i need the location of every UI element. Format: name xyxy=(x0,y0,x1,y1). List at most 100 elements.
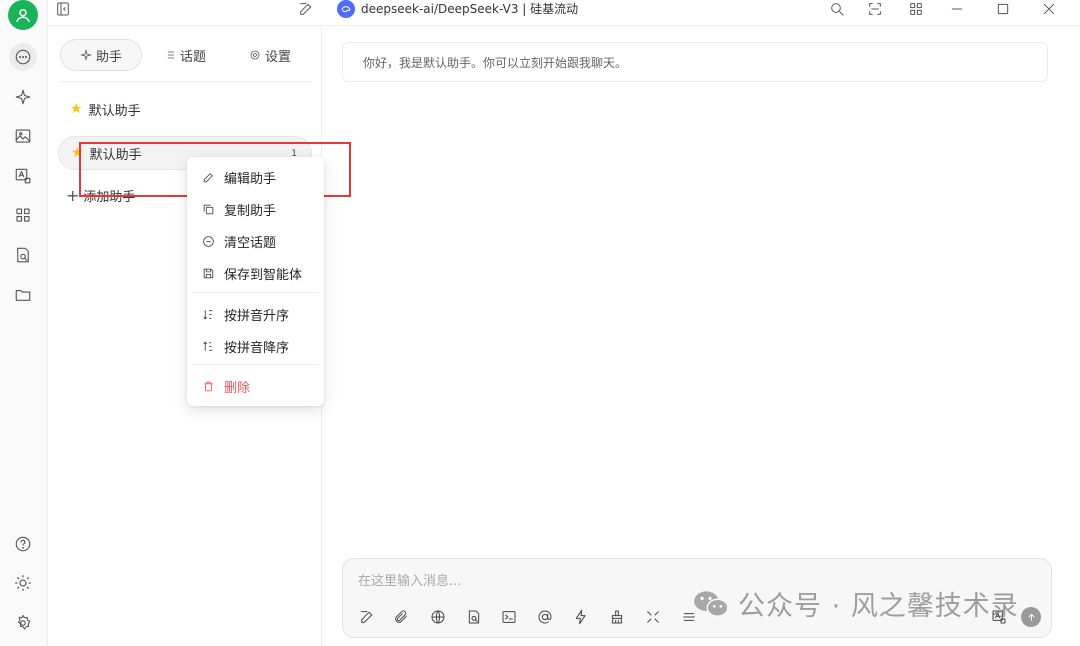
close-button[interactable] xyxy=(1040,0,1057,17)
trash-icon xyxy=(204,381,213,391)
tab-assistants[interactable]: 助手 xyxy=(60,39,142,71)
web-search-tool[interactable] xyxy=(428,607,448,627)
rail-settings-button[interactable] xyxy=(9,609,37,637)
user-avatar[interactable] xyxy=(8,0,38,30)
arrow-up-icon xyxy=(1027,613,1035,621)
menu-item-clear-topics[interactable]: 清空话题 xyxy=(187,226,324,256)
help-icon xyxy=(15,536,31,552)
watermark: 公众号 · 风之馨技术录 xyxy=(692,584,1019,623)
menu-item-delete[interactable]: 删除 xyxy=(187,371,324,401)
assistant-item[interactable]: ★ 默认助手 xyxy=(58,92,312,126)
maximize-button[interactable] xyxy=(994,0,1011,17)
add-assistant-button[interactable]: + 添加助手 xyxy=(66,186,135,205)
menu-item-label: 编辑助手 xyxy=(224,171,277,187)
nav-rail xyxy=(0,0,48,646)
sidebar-toggle-icon xyxy=(56,2,69,15)
minimize-button[interactable] xyxy=(948,0,965,17)
gear-icon xyxy=(17,614,31,630)
rail-translate-button[interactable] xyxy=(9,162,37,190)
menu-item-sort-descending[interactable]: 按拼音降序 xyxy=(187,331,324,361)
rail-image-button[interactable] xyxy=(9,122,37,150)
rail-apps-button[interactable] xyxy=(9,201,37,229)
clear-tool[interactable] xyxy=(607,607,627,627)
translate-icon xyxy=(15,168,31,184)
minimize-icon xyxy=(951,8,962,9)
title-bar: deepseek-ai/DeepSeek-V3 | 硅基流动 xyxy=(48,0,1080,26)
grid-icon xyxy=(909,2,922,15)
tab-label: 助手 xyxy=(95,49,122,65)
expand-icon xyxy=(868,2,881,15)
search-icon xyxy=(830,2,843,15)
edit-icon xyxy=(361,611,373,623)
deepseek-logo-icon xyxy=(337,0,355,18)
panel-tabs: 助手 话题 设置 xyxy=(60,38,312,72)
mcp-tool[interactable] xyxy=(499,607,519,627)
collapse-icon xyxy=(647,611,659,623)
sort-ascending-icon xyxy=(203,309,213,319)
gear-icon xyxy=(250,50,260,60)
at-icon xyxy=(538,610,552,624)
attach-tool[interactable] xyxy=(391,607,411,627)
paperclip-icon xyxy=(395,610,407,623)
edit-icon xyxy=(299,2,311,15)
menu-item-label: 复制助手 xyxy=(224,203,277,219)
expand-tool[interactable] xyxy=(643,607,663,627)
mention-tool[interactable] xyxy=(535,607,555,627)
model-title-text: deepseek-ai/DeepSeek-V3 | 硅基流动 xyxy=(361,2,579,16)
menu-item-sort-ascending[interactable]: 按拼音升序 xyxy=(187,299,324,329)
assistant-name: 默认助手 xyxy=(89,147,142,163)
menu-divider xyxy=(193,364,318,365)
sparkle-icon xyxy=(15,89,31,105)
menu-item-save-to-agent[interactable]: 保存到智能体 xyxy=(187,258,324,288)
new-topic-button[interactable] xyxy=(297,0,314,17)
tabs-divider xyxy=(60,81,312,82)
tab-topics[interactable]: 话题 xyxy=(142,39,228,71)
document-search-icon xyxy=(17,247,29,263)
rail-theme-button[interactable] xyxy=(9,569,37,597)
plus-icon: + xyxy=(66,185,80,205)
tab-settings[interactable]: 设置 xyxy=(228,39,312,71)
maximize-icon xyxy=(997,3,1008,14)
add-assistant-label: 添加助手 xyxy=(83,190,136,205)
assistant-name: 默认助手 xyxy=(88,103,141,119)
send-button[interactable] xyxy=(1021,607,1041,627)
menu-item-edit-assistant[interactable]: 编辑助手 xyxy=(187,162,324,192)
layout-button[interactable] xyxy=(907,0,924,17)
pencil-icon xyxy=(203,172,213,182)
rail-knowledge-button[interactable] xyxy=(9,241,37,269)
new-topic-tool[interactable] xyxy=(357,607,377,627)
star-icon: ★ xyxy=(71,145,84,161)
rail-help-button[interactable] xyxy=(9,530,37,558)
model-selector[interactable]: deepseek-ai/DeepSeek-V3 | 硅基流动 xyxy=(337,0,579,18)
fullscreen-button[interactable] xyxy=(866,0,883,17)
toggle-sidebar-button[interactable] xyxy=(54,0,71,17)
watermark-text: 公众号 · 风之馨技术录 xyxy=(738,591,1019,622)
menu-divider xyxy=(193,292,318,293)
document-search-icon xyxy=(468,610,480,624)
sort-descending-icon xyxy=(203,341,213,351)
star-icon: ★ xyxy=(70,101,83,117)
rail-chat-button[interactable] xyxy=(9,43,37,71)
folder-icon xyxy=(15,289,31,301)
sparkle-icon xyxy=(80,49,92,61)
menu-item-copy-assistant[interactable]: 复制助手 xyxy=(187,194,324,224)
tab-label: 话题 xyxy=(179,49,206,65)
lightning-icon xyxy=(575,609,586,625)
knowledge-tool[interactable] xyxy=(464,607,484,627)
quick-phrase-tool[interactable] xyxy=(571,607,591,627)
menu-item-label: 删除 xyxy=(224,380,251,396)
menu-item-label: 按拼音升序 xyxy=(224,308,290,324)
menu-item-label: 按拼音降序 xyxy=(224,340,290,356)
sun-icon xyxy=(14,574,32,592)
globe-icon xyxy=(431,610,445,624)
rail-files-button[interactable] xyxy=(9,281,37,309)
menu-item-label: 保存到智能体 xyxy=(224,267,303,283)
assistant-context-menu: 编辑助手 复制助手 清空话题 保存到智能体 按拼音升序 按拼音降序 删除 xyxy=(187,157,324,406)
wechat-logo-icon xyxy=(694,590,729,617)
chat-icon xyxy=(15,49,31,65)
broom-icon xyxy=(611,610,623,624)
rail-agents-button[interactable] xyxy=(9,83,37,111)
search-button[interactable] xyxy=(828,0,845,17)
chat-area: 你好，我是默认助手。你可以立刻开始跟我聊天。 xyxy=(322,26,1080,646)
image-icon xyxy=(15,129,31,143)
